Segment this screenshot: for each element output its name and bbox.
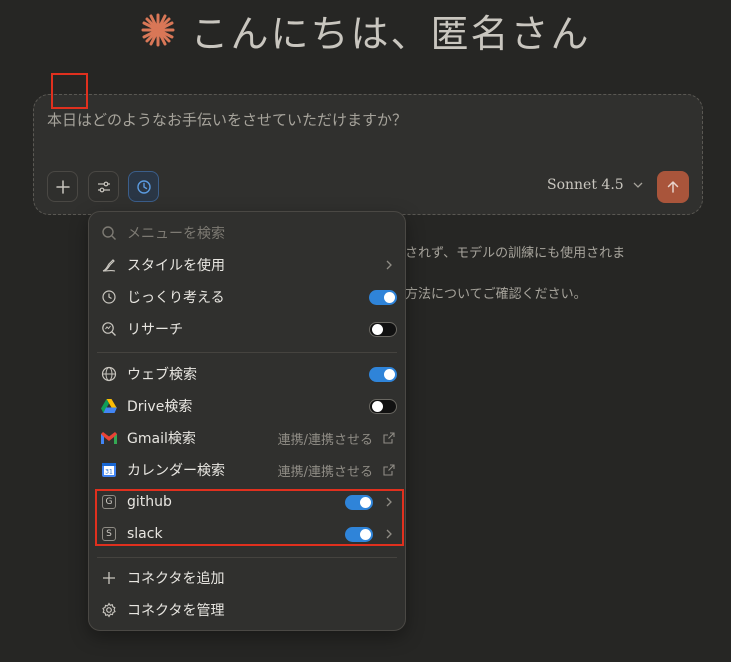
sliders-icon bbox=[97, 181, 110, 192]
plus-icon bbox=[100, 569, 118, 587]
menu-item-label: ウェブ検索 bbox=[127, 367, 197, 383]
chevron-down-icon bbox=[633, 182, 643, 188]
menu-divider bbox=[97, 352, 397, 353]
google-calendar-icon: 31 bbox=[100, 461, 118, 479]
connect-link-text[interactable]: 連携/連携させる bbox=[278, 429, 373, 448]
web-search-toggle[interactable] bbox=[369, 366, 397, 382]
menu-item-label: カレンダー検索 bbox=[127, 463, 225, 479]
chat-composer[interactable]: 本日はどのようなお手伝いをさせていただけますか？ Sonnet 4.5 bbox=[33, 94, 703, 215]
menu-item-extended-thinking[interactable]: じっくり考える bbox=[97, 282, 397, 312]
menu-item-research[interactable]: リサーチ bbox=[97, 314, 397, 344]
claude-spark-icon bbox=[141, 13, 175, 47]
menu-item-label: リサーチ bbox=[127, 322, 183, 338]
menu-item-web-search[interactable]: ウェブ検索 bbox=[97, 359, 397, 389]
menu-divider bbox=[97, 557, 397, 558]
thinking-toggle[interactable] bbox=[369, 289, 397, 305]
highlight-tools-button bbox=[51, 73, 88, 109]
menu-item-style[interactable]: スタイルを使用 bbox=[97, 250, 397, 280]
gear-icon bbox=[100, 601, 118, 619]
notice-text-line2: 方法についてご確認ください。 bbox=[405, 287, 587, 302]
greeting-header: こんにちは、匿名さん bbox=[0, 6, 731, 56]
svg-text:31: 31 bbox=[105, 469, 113, 476]
clock-icon bbox=[100, 288, 118, 306]
drive-toggle[interactable] bbox=[369, 398, 397, 414]
external-link-icon bbox=[381, 430, 397, 446]
pen-icon bbox=[100, 256, 118, 274]
model-name: Sonnet 4.5 bbox=[547, 177, 624, 193]
send-button[interactable] bbox=[657, 171, 689, 203]
prompt-input[interactable]: 本日はどのようなお手伝いをさせていただけますか？ bbox=[47, 109, 407, 130]
research-toggle[interactable] bbox=[369, 321, 397, 337]
menu-item-gmail-search[interactable]: Gmail検索 連携/連携させる bbox=[97, 423, 397, 453]
extended-thinking-button[interactable] bbox=[128, 171, 159, 202]
globe-icon bbox=[100, 365, 118, 383]
menu-item-label: コネクタを追加 bbox=[127, 571, 225, 587]
menu-item-label: Gmail検索 bbox=[127, 431, 196, 447]
search-icon bbox=[100, 224, 118, 242]
model-selector[interactable]: Sonnet 4.5 bbox=[547, 177, 644, 193]
plus-icon bbox=[55, 179, 70, 194]
menu-item-add-connector[interactable]: コネクタを追加 bbox=[97, 563, 397, 593]
chevron-right-icon bbox=[381, 257, 397, 273]
clock-icon bbox=[136, 179, 151, 194]
menu-item-label: スタイルを使用 bbox=[127, 258, 225, 274]
arrow-up-icon bbox=[667, 180, 679, 193]
menu-item-calendar-search[interactable]: 31 カレンダー検索 連携/連携させる bbox=[97, 455, 397, 485]
gmail-icon bbox=[100, 429, 118, 447]
connect-link-text[interactable]: 連携/連携させる bbox=[278, 461, 373, 480]
google-drive-icon bbox=[100, 397, 118, 415]
menu-item-label: じっくり考える bbox=[127, 290, 225, 306]
tools-menu: メニューを検索 スタイルを使用 じっくり考える リサーチ ウェブ検索 Drive… bbox=[88, 211, 406, 631]
notice-text-line1: されず、モデルの訓練にも使用されま bbox=[405, 246, 626, 261]
tools-button[interactable] bbox=[88, 171, 119, 202]
menu-item-label: コネクタを管理 bbox=[127, 603, 225, 619]
research-icon bbox=[100, 320, 118, 338]
menu-item-drive-search[interactable]: Drive検索 bbox=[97, 391, 397, 421]
greeting-text: こんにちは、匿名さん bbox=[190, 11, 591, 56]
menu-item-label: Drive検索 bbox=[127, 399, 193, 415]
add-attachment-button[interactable] bbox=[47, 171, 78, 202]
highlight-connectors bbox=[95, 489, 404, 546]
menu-item-manage-connectors[interactable]: コネクタを管理 bbox=[97, 595, 397, 625]
menu-search[interactable]: メニューを検索 bbox=[97, 218, 397, 248]
external-link-icon bbox=[381, 462, 397, 478]
menu-search-input[interactable]: メニューを検索 bbox=[127, 223, 225, 243]
